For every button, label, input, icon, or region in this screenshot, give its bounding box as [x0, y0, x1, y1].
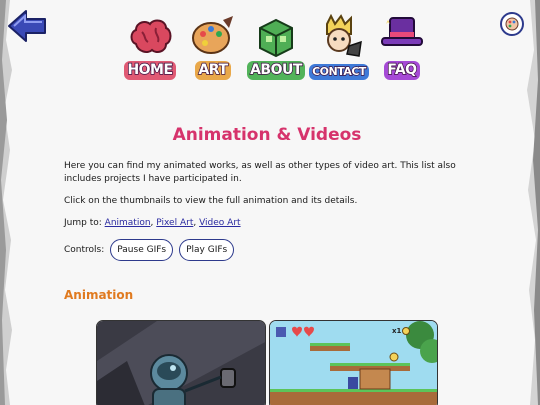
astronaut-animation-thumbnail[interactable]: [96, 320, 266, 405]
page-content: Here you can find my animated works, as …: [64, 160, 484, 261]
nav-faq-label: FAQ: [384, 61, 420, 80]
nav-art[interactable]: ART: [183, 14, 243, 80]
section-title-animation: Animation: [64, 288, 134, 302]
thumbnail-grid: x1: [96, 320, 438, 405]
platformer-game-thumbnail[interactable]: x1: [269, 320, 438, 405]
intro-text: Here you can find my animated works, as …: [64, 161, 456, 184]
nav-faq[interactable]: FAQ: [372, 14, 432, 80]
top-hat-icon: [381, 17, 423, 46]
palette-icon: [505, 17, 519, 31]
jump-to-label: Jump to:: [64, 218, 102, 228]
palette-icon: [192, 16, 233, 54]
main-nav: HOME ART ABOUT CONTACT FAQ: [120, 14, 432, 80]
nav-about-label: ABOUT: [247, 61, 305, 80]
instructions-text: Click on the thumbnails to view the full…: [64, 196, 358, 206]
hud-counter: x1: [392, 327, 402, 335]
back-arrow-icon: [8, 10, 46, 42]
controls-label: Controls:: [64, 244, 105, 255]
nav-contact-label: CONTACT: [309, 64, 369, 80]
torn-edge-right: [527, 0, 540, 405]
theme-toggle-button[interactable]: [500, 12, 524, 36]
pause-gifs-button[interactable]: Pause GIFs: [110, 239, 174, 261]
back-arrow-button[interactable]: [6, 8, 48, 44]
page-title: Animation & Videos: [172, 125, 362, 145]
nav-contact[interactable]: CONTACT: [309, 14, 369, 80]
cube-icon: [259, 18, 293, 58]
nav-home[interactable]: HOME: [120, 14, 180, 80]
nav-about[interactable]: ABOUT: [246, 14, 306, 80]
character-icon: [326, 14, 362, 57]
torn-edge-left: [0, 0, 12, 405]
brain-icon: [130, 19, 172, 53]
platformer-scene-image: x1: [270, 321, 437, 405]
nav-art-label: ART: [195, 61, 231, 80]
jump-to-line: Jump to: Animation, Pixel Art, Video Art: [64, 218, 241, 228]
jump-link-video-art[interactable]: Video Art: [199, 218, 240, 228]
gif-controls: Controls: Pause GIFs Play GIFs: [64, 239, 484, 261]
astronaut-scene-image: [97, 321, 265, 405]
jump-link-pixel-art[interactable]: Pixel Art: [156, 218, 193, 228]
play-gifs-button[interactable]: Play GIFs: [179, 239, 235, 261]
jump-link-animation[interactable]: Animation: [105, 218, 151, 228]
nav-home-label: HOME: [124, 61, 176, 80]
